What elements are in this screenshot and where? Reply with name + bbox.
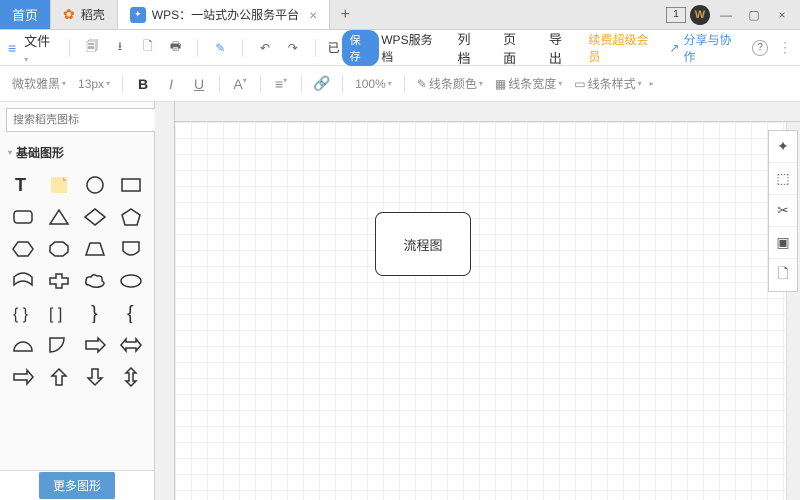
menu-tab-list[interactable]: 列档 (451, 29, 489, 67)
shape-hexagon[interactable] (7, 235, 39, 263)
shape-arrow-down[interactable] (79, 363, 111, 391)
svg-text:{: { (127, 303, 134, 323)
download-icon[interactable]: ⭳ (110, 38, 130, 58)
bold-button[interactable]: B (131, 76, 155, 92)
shape-plus[interactable] (43, 267, 75, 295)
svg-text:[ ]: [ ] (49, 306, 62, 323)
shape-quarter[interactable] (43, 331, 75, 359)
hamburger-icon[interactable]: ≡ (8, 40, 16, 56)
shape-arc[interactable] (7, 267, 39, 295)
shape-halfcircle[interactable] (7, 331, 39, 359)
shape-arrow-up[interactable] (43, 363, 75, 391)
main-area: ▾基础图形 T { } [ ] } (0, 102, 800, 500)
search-input[interactable] (6, 108, 162, 132)
formatting-toolbar: 微软雅黑 ▾ 13px ▾ B I U A ▾ ≡ ▾ 🔗 100% ▾ ✎ 线… (0, 66, 800, 102)
minimize-button[interactable]: — (714, 3, 738, 27)
crop-icon[interactable]: ✂ (769, 195, 797, 227)
shape-brace-single2[interactable]: { (115, 299, 147, 327)
shape-roundrect[interactable] (7, 203, 39, 231)
section-header[interactable]: ▾基础图形 (0, 138, 154, 167)
tab-home[interactable]: 首页 (0, 0, 51, 29)
close-window-button[interactable]: × (770, 3, 794, 27)
shape-arrow-double[interactable] (115, 331, 147, 359)
shape-diamond[interactable] (79, 203, 111, 231)
menu-tab-export[interactable]: 导出 (543, 29, 581, 67)
floating-toolbar: ✦ ⬚ ✂ ▣ 🗋 (768, 130, 798, 292)
line-style-tool[interactable]: ▭ 线条样式 ▾ (570, 75, 645, 92)
shape-sidebar: ▾基础图形 T { } [ ] } (0, 102, 155, 500)
shape-bracket[interactable]: [ ] (43, 299, 75, 327)
horizontal-ruler (175, 102, 800, 122)
italic-button[interactable]: I (159, 76, 183, 92)
undo-icon[interactable]: ↶ (255, 38, 275, 58)
print-icon[interactable]: 🖶 (166, 38, 186, 58)
export-icon[interactable]: 🗋 (138, 38, 158, 58)
close-icon[interactable]: × (309, 7, 317, 23)
shape-triangle[interactable] (43, 203, 75, 231)
canvas-area: 流程图 (155, 102, 800, 500)
shape-brace-single[interactable]: } (79, 299, 111, 327)
select-icon[interactable]: ⬚ (769, 163, 797, 195)
canvas[interactable]: 流程图 (175, 122, 800, 500)
toolbar-overflow[interactable]: ▸ (650, 79, 654, 88)
save-icon[interactable]: 🗐 (82, 38, 102, 58)
menubar: ≡ 文件 ▾ 🗐 ⭳ 🗋 🖶 ✎ ↶ ↷ 已保存WPS服务档 列档 页面 导出 … (0, 30, 800, 66)
shape-brace-l[interactable]: { } (7, 299, 39, 327)
shape-pentagon[interactable] (115, 203, 147, 231)
shape-arrow-updown[interactable] (115, 363, 147, 391)
user-avatar[interactable]: W (690, 5, 710, 25)
page-icon[interactable]: 🗋 (769, 259, 797, 291)
titlebar: 首页 ✿ 稻壳 ✦ WPS：一站式办公服务平台 × + 1 W — ▢ × (0, 0, 800, 30)
link-button[interactable]: 🔗 (310, 75, 334, 92)
shape-arrow-block[interactable] (79, 331, 111, 359)
premium-link[interactable]: 续费超级会员 (589, 31, 660, 65)
layers-icon[interactable]: ▣ (769, 227, 797, 259)
more-menu[interactable]: ⋮ (778, 39, 792, 56)
shape-arrow-right[interactable] (7, 363, 39, 391)
tab-document[interactable]: ✦ WPS：一站式办公服务平台 × (118, 0, 331, 29)
compass-icon[interactable]: ✦ (769, 131, 797, 163)
new-tab-button[interactable]: + (330, 0, 360, 29)
menu-tab-page[interactable]: 页面 (497, 29, 535, 67)
sync-status: 已保存WPS服务档 (328, 30, 444, 66)
zoom-selector[interactable]: 100% ▾ (351, 77, 396, 91)
brush-icon[interactable]: ✎ (210, 38, 230, 58)
share-button[interactable]: ↗ 分享与协作 (669, 31, 742, 65)
fontsize-selector[interactable]: 13px ▾ (74, 77, 114, 91)
window-count[interactable]: 1 (666, 7, 686, 23)
underline-button[interactable]: U (187, 76, 211, 92)
line-width-tool[interactable]: ▦ 线条宽度 ▾ (491, 75, 566, 92)
shape-trap[interactable] (79, 235, 111, 263)
flowchart-node[interactable]: 流程图 (375, 212, 471, 276)
shape-rect[interactable] (115, 171, 147, 199)
more-shapes-button[interactable]: 更多图形 (39, 472, 115, 499)
fire-icon: ✿ (63, 6, 75, 23)
shape-circle[interactable] (79, 171, 111, 199)
svg-text:{ }: { } (13, 306, 29, 323)
shape-palette: T { } [ ] } { (2, 171, 152, 391)
shape-octagon[interactable] (43, 235, 75, 263)
vertical-ruler (155, 102, 175, 500)
svg-text:T: T (15, 175, 26, 195)
maximize-button[interactable]: ▢ (742, 3, 766, 27)
shape-shield[interactable] (115, 235, 147, 263)
font-color-button[interactable]: A ▾ (228, 76, 252, 92)
shape-ellipse[interactable] (115, 267, 147, 295)
shape-note[interactable] (43, 171, 75, 199)
font-selector[interactable]: 微软雅黑 ▾ (8, 75, 70, 92)
tab-daoqiao[interactable]: ✿ 稻壳 (51, 0, 118, 29)
help-button[interactable]: ? (752, 40, 768, 56)
svg-text:}: } (91, 303, 98, 323)
shape-cloud[interactable] (79, 267, 111, 295)
redo-icon[interactable]: ↷ (283, 38, 303, 58)
file-menu[interactable]: 文件 ▾ (24, 31, 57, 65)
shape-text[interactable]: T (7, 171, 39, 199)
app-icon: ✦ (130, 7, 146, 23)
line-color-tool[interactable]: ✎ 线条颜色 ▾ (413, 75, 487, 92)
align-button[interactable]: ≡ ▾ (269, 76, 293, 92)
